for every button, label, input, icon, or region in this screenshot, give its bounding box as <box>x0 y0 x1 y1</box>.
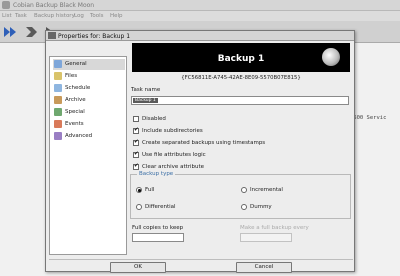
task-header-title: Backup 1 <box>217 54 265 64</box>
include-subdirectories-checkbox[interactable]: Include subdirectories <box>133 127 348 136</box>
nav-item-advanced[interactable]: Advanced <box>53 131 125 142</box>
app-title-bar: Cobian Backup Black Moon <box>0 0 400 11</box>
task-name-input[interactable]: Backup 1 <box>131 96 349 105</box>
checkbox-box <box>133 116 139 122</box>
nav-item-label: Files <box>65 73 78 79</box>
task-header-banner: Backup 1 <box>132 43 350 72</box>
cancel-button[interactable]: Cancel <box>236 262 292 273</box>
menu-tools[interactable]: Tools <box>90 13 104 19</box>
nav-item-archive[interactable]: Archive <box>53 95 125 106</box>
checkbox-box <box>133 151 139 158</box>
full-every-input[interactable] <box>240 233 292 242</box>
ok-button[interactable]: OK <box>110 262 166 273</box>
full-copies-input[interactable] <box>132 233 184 242</box>
full-radio[interactable]: Full <box>136 186 216 195</box>
separated-backups-checkbox[interactable]: Create separated backups using timestamp… <box>133 139 348 148</box>
radio-dot <box>136 204 142 210</box>
radio-label: Dummy <box>250 204 272 210</box>
checkbox-label: Disabled <box>142 116 166 122</box>
nav-item-label: Events <box>65 121 84 127</box>
nav-item-label: Schedule <box>65 85 91 91</box>
file-attributes-checkbox[interactable]: Use file attributes logic <box>133 151 348 160</box>
schedule-icon <box>54 84 62 92</box>
app-title: Cobian Backup Black Moon <box>13 2 95 9</box>
task-name-label: Task name <box>131 87 161 93</box>
disabled-checkbox[interactable]: Disabled <box>133 115 348 124</box>
checkbox-label: Use file attributes logic <box>142 152 206 158</box>
general-icon <box>54 60 62 68</box>
run-selected-icon[interactable] <box>24 24 40 40</box>
backup-type-legend: Backup type <box>137 171 176 177</box>
menu-list[interactable]: List <box>2 13 12 19</box>
nav-item-special[interactable]: Special <box>53 107 125 118</box>
checkbox-label: Clear archive attribute <box>142 164 205 170</box>
radio-dot <box>241 187 247 193</box>
nav-item-files[interactable]: Files <box>53 71 125 82</box>
archive-icon <box>54 96 62 104</box>
checkbox-box <box>133 163 139 170</box>
nav-item-label: Archive <box>65 97 86 103</box>
nav-item-schedule[interactable]: Schedule <box>53 83 125 94</box>
radio-dot <box>241 204 247 210</box>
menu-help[interactable]: Help <box>110 13 123 19</box>
full-every-label: Make a full backup every <box>240 225 309 231</box>
menu-task[interactable]: Task <box>15 13 27 19</box>
events-icon <box>54 120 62 128</box>
properties-dialog: Properties for: Backup 1 General Files S… <box>45 30 355 273</box>
menu-log[interactable]: Log <box>74 13 84 19</box>
dialog-title-bar: Properties for: Backup 1 <box>46 31 354 41</box>
dialog-icon <box>48 32 56 39</box>
task-name-value: Backup 1 <box>133 98 158 103</box>
nav-item-label: Special <box>65 109 85 115</box>
menu-bar: List Task Backup history Log Tools Help <box>0 11 400 21</box>
differential-radio[interactable]: Differential <box>136 203 216 212</box>
radio-label: Differential <box>145 204 176 210</box>
category-list: General Files Schedule Archive Special E… <box>49 56 127 255</box>
moon-icon <box>322 48 340 66</box>
button-separator <box>49 259 353 260</box>
full-copies-label: Full copies to keep <box>132 225 184 231</box>
checkbox-box <box>133 139 139 146</box>
radio-label: Full <box>145 187 155 193</box>
files-icon <box>54 72 62 80</box>
checkbox-label: Create separated backups using timestamp… <box>142 140 266 146</box>
checkbox-box <box>133 127 139 134</box>
checkbox-label: Include subdirectories <box>142 128 203 134</box>
nav-item-general[interactable]: General <box>53 59 125 70</box>
background-log-text: 3600 Servic <box>350 115 387 121</box>
radio-dot <box>136 187 142 193</box>
backup-type-group: Backup type Full Incremental Differentia… <box>130 171 351 219</box>
nav-item-label: General <box>65 61 87 67</box>
incremental-radio[interactable]: Incremental <box>241 186 321 195</box>
radio-label: Incremental <box>250 187 283 193</box>
dummy-radio[interactable]: Dummy <box>241 203 321 212</box>
nav-item-events[interactable]: Events <box>53 119 125 130</box>
dialog-title: Properties for: Backup 1 <box>58 32 131 40</box>
special-icon <box>54 108 62 116</box>
app-icon <box>2 1 10 9</box>
menu-backup-history[interactable]: Backup history <box>34 13 75 19</box>
run-all-icon[interactable] <box>3 24 19 40</box>
nav-item-label: Advanced <box>65 133 93 139</box>
advanced-icon <box>54 132 62 140</box>
task-guid: {FC56811E-A745-42AE-8E09-5570B07E815} <box>181 75 301 81</box>
